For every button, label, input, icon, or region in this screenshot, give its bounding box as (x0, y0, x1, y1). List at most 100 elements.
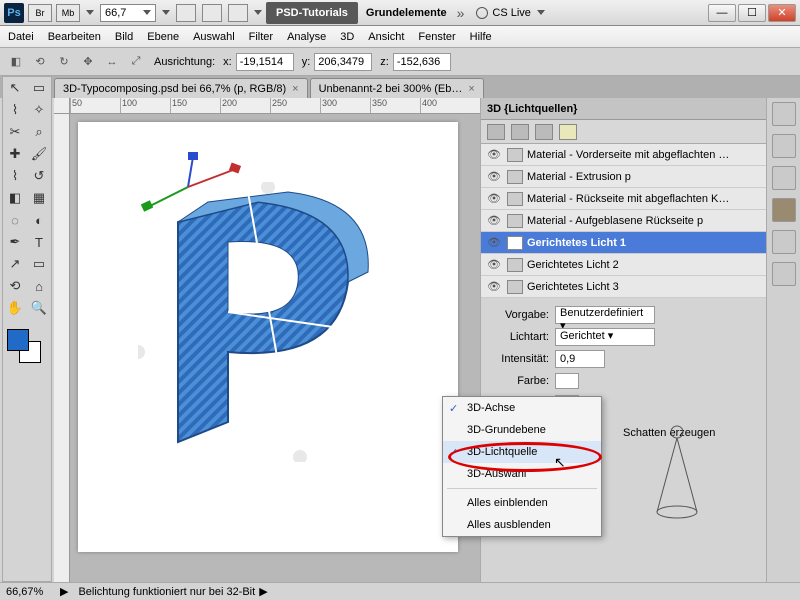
status-arrow-icon[interactable]: ▶ (259, 585, 267, 598)
panel-tab-3d[interactable]: 3D {Lichtquellen} (481, 98, 766, 120)
eye-icon[interactable]: 👁 (485, 214, 503, 227)
x-input[interactable] (236, 53, 294, 71)
status-arrow-icon[interactable]: ▶ (60, 585, 68, 598)
menu-datei[interactable]: Datei (8, 31, 34, 43)
screen-mode-button[interactable] (228, 4, 248, 22)
y-input[interactable] (314, 53, 372, 71)
bridge-button[interactable]: Br (28, 4, 52, 22)
crop-tool[interactable]: ✂ (3, 121, 27, 143)
minimize-button[interactable]: — (708, 4, 736, 22)
menu-3d-grundebene[interactable]: 3D-Grundebene (443, 419, 601, 441)
menu-filter[interactable]: Filter (249, 31, 273, 43)
dock-adjustments-icon[interactable] (772, 134, 796, 158)
eye-icon[interactable]: 👁 (485, 192, 503, 205)
menu-3d-achse[interactable]: ✓3D-Achse (443, 397, 601, 419)
wand-tool[interactable]: ✧ (27, 99, 51, 121)
document-canvas[interactable] (78, 122, 458, 552)
menu-ebene[interactable]: Ebene (147, 31, 179, 43)
doc-tab-2[interactable]: Unbenannt-2 bei 300% (Eb…× (310, 78, 484, 98)
eyedropper-tool[interactable]: ⌕ (27, 121, 51, 143)
cs-live[interactable]: CS Live (476, 7, 545, 19)
filter-scene-icon[interactable] (487, 124, 505, 140)
menu-alles-einblenden[interactable]: Alles einblenden (443, 492, 601, 514)
shape-tool[interactable]: ▭ (27, 253, 51, 275)
gradient-tool[interactable]: ▦ (27, 187, 51, 209)
brush-tool[interactable]: 🖌 (27, 143, 51, 165)
list-item[interactable]: 👁Gerichtetes Licht 1 (481, 232, 766, 254)
dock-paths-icon[interactable] (772, 262, 796, 286)
move-tool[interactable]: ↖ (3, 77, 27, 99)
3d-rotate-tool[interactable]: ⟲ (3, 275, 27, 297)
history-brush-tool[interactable]: ↺ (27, 165, 51, 187)
zoom-tool[interactable]: 🔍 (27, 297, 51, 319)
list-item[interactable]: 👁Material - Extrusion p (481, 166, 766, 188)
chevron-down-icon[interactable] (86, 10, 94, 15)
dock-swatches-icon[interactable] (772, 102, 796, 126)
doc-tab-1[interactable]: 3D-Typocomposing.psd bei 66,7% (p, RGB/8… (54, 78, 308, 98)
scale-icon[interactable]: ⤢ (126, 52, 146, 72)
list-item[interactable]: 👁Material - Aufgeblasene Rückseite p (481, 210, 766, 232)
view-button-1[interactable] (176, 4, 196, 22)
close-icon[interactable]: × (468, 83, 474, 95)
filter-materials-icon[interactable] (535, 124, 553, 140)
menu-alles-ausblenden[interactable]: Alles ausblenden (443, 514, 601, 536)
menu-analyse[interactable]: Analyse (287, 31, 326, 43)
rotate-icon[interactable]: ⟲ (30, 52, 50, 72)
filter-meshes-icon[interactable] (511, 124, 529, 140)
eye-icon[interactable]: 👁 (485, 148, 503, 161)
eye-icon[interactable]: 👁 (485, 236, 503, 249)
filter-lights-icon[interactable] (559, 124, 577, 140)
heal-tool[interactable]: ✚ (3, 143, 27, 165)
marquee-tool[interactable]: ▭ (27, 77, 51, 99)
dock-channels-icon[interactable] (772, 230, 796, 254)
tool-preset-icon[interactable]: ◧ (6, 52, 26, 72)
list-item[interactable]: 👁Material - Rückseite mit abgeflachten K… (481, 188, 766, 210)
close-icon[interactable]: × (292, 83, 298, 95)
menu-auswahl[interactable]: Auswahl (193, 31, 235, 43)
list-item[interactable]: 👁Material - Vorderseite mit abgeflachten… (481, 144, 766, 166)
3d-letter-p[interactable] (138, 182, 398, 462)
view-button-2[interactable] (202, 4, 222, 22)
slide-icon[interactable]: ↔ (102, 52, 122, 72)
eye-icon[interactable]: 👁 (485, 170, 503, 183)
menu-3d[interactable]: 3D (340, 31, 354, 43)
color-swatch[interactable] (555, 373, 579, 389)
hand-tool[interactable]: ✋ (3, 297, 27, 319)
canvas-area[interactable]: 50100150200250300350400 (54, 98, 480, 582)
minibridge-button[interactable]: Mb (56, 4, 80, 22)
path-tool[interactable]: ↗ (3, 253, 27, 275)
eye-icon[interactable]: 👁 (485, 280, 503, 293)
pan-icon[interactable]: ✥ (78, 52, 98, 72)
chevron-down-icon[interactable] (162, 10, 170, 15)
type-tool[interactable]: T (27, 231, 51, 253)
vorgabe-select[interactable]: Benutzerdefiniert ▾ (555, 306, 655, 324)
dock-layers-icon[interactable] (772, 166, 796, 190)
workspace-tab[interactable]: PSD-Tutorials (266, 2, 358, 24)
z-input[interactable] (393, 53, 451, 71)
list-item[interactable]: 👁Gerichtetes Licht 3 (481, 276, 766, 298)
maximize-button[interactable]: ☐ (738, 4, 766, 22)
lichtart-select[interactable]: Gerichtet ▾ (555, 328, 655, 346)
zoom-field[interactable]: 66,7 (100, 4, 156, 22)
lasso-tool[interactable]: ⌇ (3, 99, 27, 121)
dodge-tool[interactable]: ◐ (27, 209, 51, 231)
stamp-tool[interactable]: ⌇ (3, 165, 27, 187)
menu-fenster[interactable]: Fenster (418, 31, 455, 43)
fg-color[interactable] (7, 329, 29, 351)
menu-hilfe[interactable]: Hilfe (470, 31, 492, 43)
intensitat-input[interactable] (555, 350, 605, 368)
eraser-tool[interactable]: ◧ (3, 187, 27, 209)
close-button[interactable]: ✕ (768, 4, 796, 22)
color-swatches[interactable] (3, 329, 51, 369)
status-zoom[interactable]: 66,67% (6, 586, 60, 598)
menu-ansicht[interactable]: Ansicht (368, 31, 404, 43)
blur-tool[interactable]: ◌ (3, 209, 27, 231)
menu-3d-auswahl[interactable]: 3D-Auswahl (443, 463, 601, 485)
menu-bearbeiten[interactable]: Bearbeiten (48, 31, 101, 43)
chevron-right-icon[interactable]: » (457, 5, 465, 21)
eye-icon[interactable]: 👁 (485, 258, 503, 271)
menu-bild[interactable]: Bild (115, 31, 133, 43)
menu-3d-lichtquelle[interactable]: ✓3D-Lichtquelle (443, 441, 601, 463)
3d-camera-tool[interactable]: ⌂ (27, 275, 51, 297)
chevron-down-icon[interactable] (254, 10, 262, 15)
